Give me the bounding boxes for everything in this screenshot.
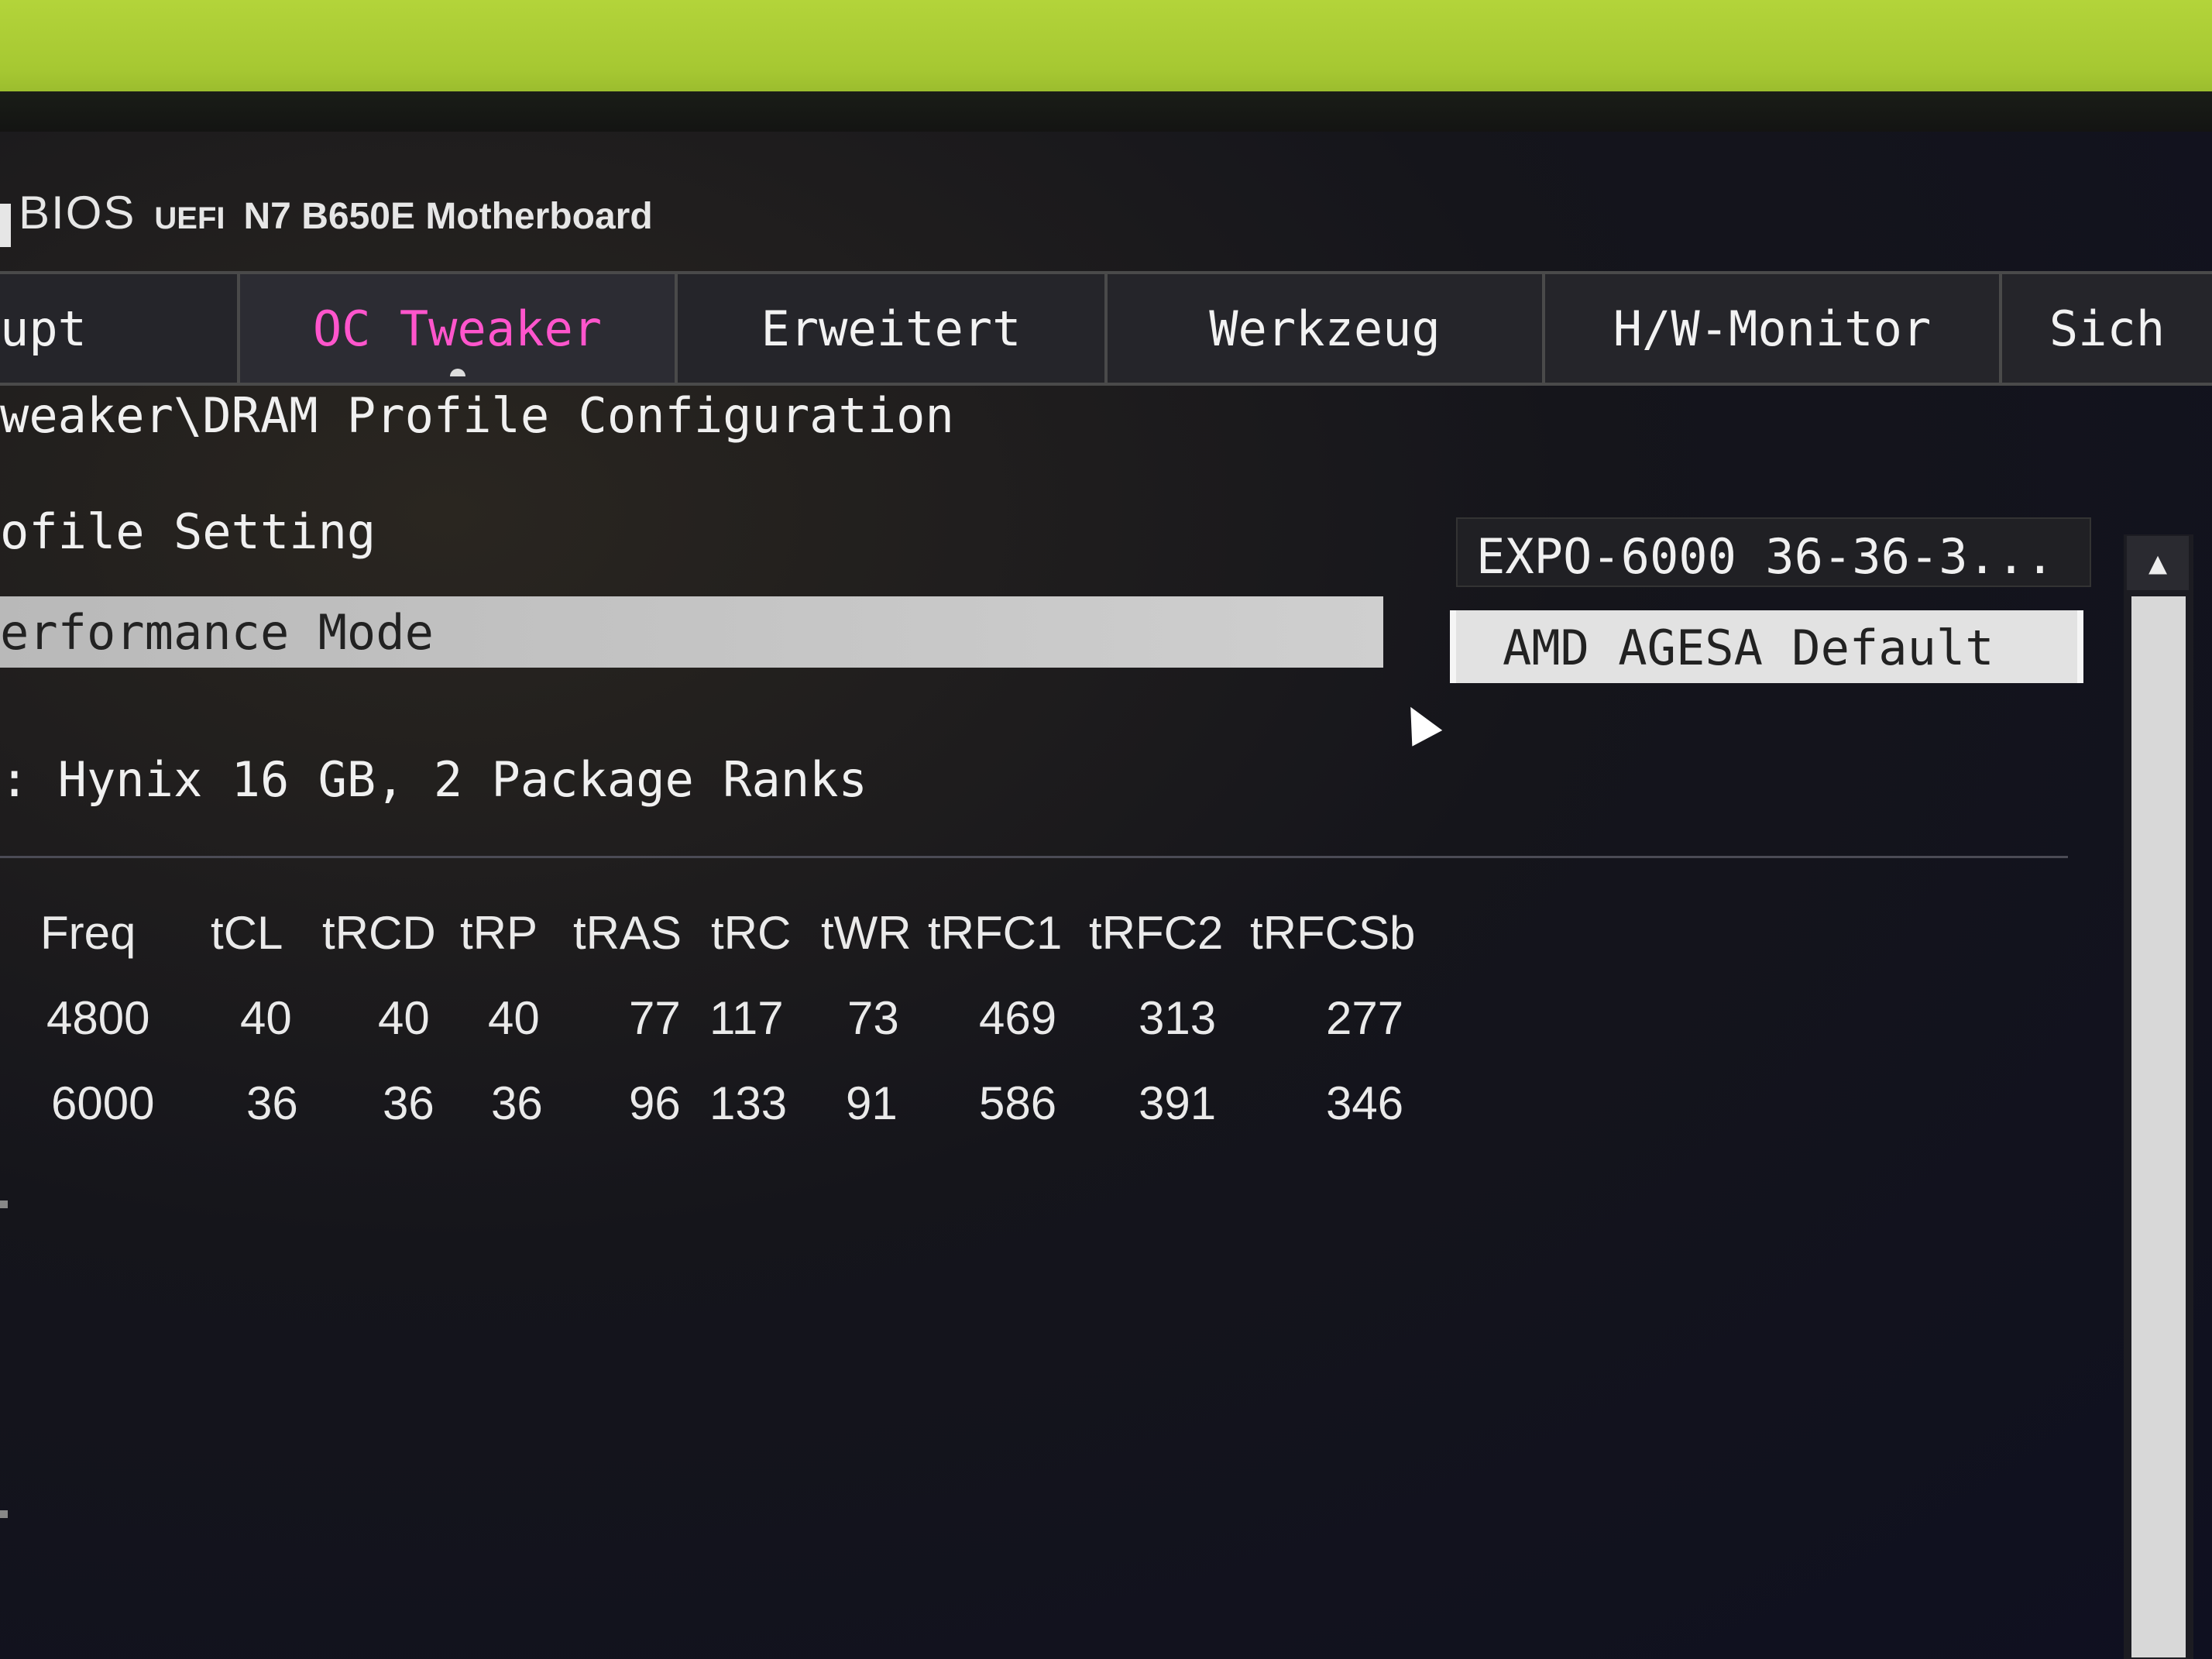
timing-cell: 6000 <box>51 1077 155 1129</box>
timing-cell: 40 <box>488 992 540 1044</box>
timing-cell: 91 <box>846 1077 898 1129</box>
timing-cell: 469 <box>979 992 1057 1044</box>
scrollbar-thumb[interactable] <box>2131 596 2186 1657</box>
memory-module-info: : Hynix 16 GB, 2 Package Ranks <box>0 751 867 808</box>
mouse-cursor-icon <box>1395 699 1443 747</box>
timing-cell: 346 <box>1326 1077 1404 1129</box>
tab-oc-tweaker[interactable]: OC Tweaker <box>240 274 678 383</box>
timing-cell: 117 <box>709 992 784 1044</box>
performance-mode-label: erformance Mode <box>0 604 434 661</box>
profile-setting-value[interactable]: EXPO-6000 36-36-3... <box>1456 517 2091 587</box>
bios-title: BIOS <box>19 187 136 239</box>
scroll-up-arrow-icon[interactable]: ▲ <box>2127 536 2189 590</box>
tab-main[interactable]: upt <box>0 274 240 383</box>
profile-setting-label[interactable]: ofile Setting <box>0 503 376 560</box>
performance-mode-row[interactable]: erformance Mode <box>0 596 1383 668</box>
timing-header: tRAS <box>573 907 682 959</box>
tab-erweitert[interactable]: Erweitert <box>678 274 1108 383</box>
timing-header: tRCD <box>322 907 436 959</box>
timing-cell: 133 <box>709 1077 788 1129</box>
tab-security[interactable]: Sich <box>2002 274 2212 383</box>
tab-werkzeug[interactable]: Werkzeug <box>1108 274 1545 383</box>
tab-hw-monitor[interactable]: H/W-Monitor <box>1545 274 2002 383</box>
timing-header: tWR <box>821 907 912 959</box>
timing-cell: 36 <box>491 1077 543 1129</box>
bios-brand-header: BIOS UEFI N7 B650E Motherboard <box>0 186 653 247</box>
timing-cell: 391 <box>1139 1077 1217 1129</box>
timing-cell: 277 <box>1326 992 1404 1044</box>
main-tab-bar: upt OC Tweaker Erweitert Werkzeug H/W-Mo… <box>0 271 2212 386</box>
timing-cell: 313 <box>1139 992 1217 1044</box>
timing-cell: 586 <box>979 1077 1057 1129</box>
timing-header: tRFC2 <box>1089 907 1224 959</box>
timing-header: tRFC1 <box>928 907 1063 959</box>
breadcrumb: weaker\DRAM Profile Configuration <box>0 387 954 444</box>
timing-cell: 40 <box>378 992 430 1044</box>
tab-oc-tweaker-label: OC Tweaker <box>312 300 603 357</box>
section-divider <box>0 856 2068 858</box>
timing-header: tRC <box>711 907 792 959</box>
performance-mode-dropdown[interactable]: AMD AGESA Default <box>1450 610 2083 683</box>
timing-cell: 40 <box>240 992 292 1044</box>
timing-cell: 96 <box>629 1077 681 1129</box>
edge-marker <box>0 1200 8 1208</box>
timing-cell: 36 <box>246 1077 298 1129</box>
timing-header: tRP <box>460 907 538 959</box>
timing-header: tCL <box>211 907 283 959</box>
motherboard-name: N7 B650E Motherboard <box>243 196 653 237</box>
bios-screen: BIOS UEFI N7 B650E Motherboard upt OC Twea… <box>0 132 2212 1659</box>
timing-cell: 77 <box>629 992 681 1044</box>
timing-header: tRFCSb <box>1250 907 1416 959</box>
brand-logo-icon <box>0 203 11 247</box>
timing-cell: 36 <box>383 1077 434 1129</box>
timing-cell: 4800 <box>46 992 150 1044</box>
edge-marker <box>0 1510 8 1518</box>
timing-cell: 73 <box>847 992 899 1044</box>
uefi-label: UEFI <box>154 201 225 235</box>
active-tab-indicator <box>449 369 465 376</box>
timing-header: Freq <box>40 907 136 959</box>
